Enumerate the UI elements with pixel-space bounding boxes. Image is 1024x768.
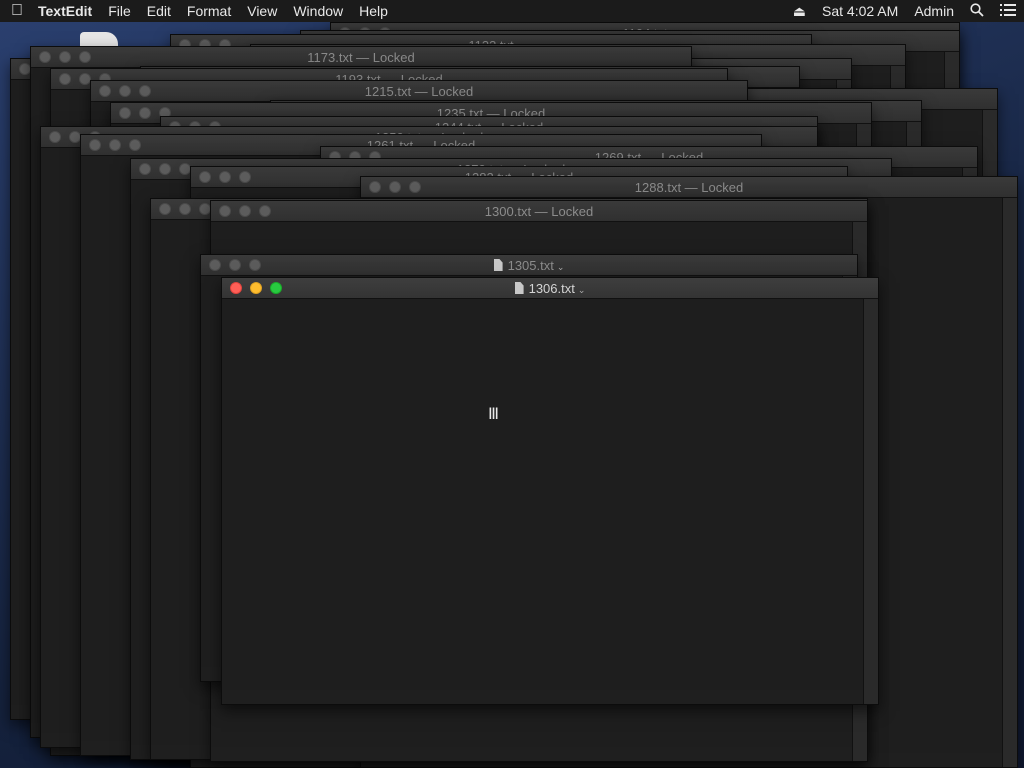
title-bar[interactable]: 1300.txt — Locked: [211, 201, 867, 222]
desktop-file-icon[interactable]: [80, 32, 118, 46]
title-bar[interactable]: 1288.txt — Locked: [361, 177, 1017, 198]
menu-help[interactable]: Help: [351, 0, 396, 22]
clock[interactable]: Sat 4:02 AM: [814, 3, 906, 19]
menu-view[interactable]: View: [239, 0, 285, 22]
chevron-down-icon: ⌄: [577, 285, 586, 295]
document-icon: [514, 282, 524, 294]
window-title[interactable]: 1306.txt ⌄: [222, 281, 878, 296]
window-title[interactable]: 1305.txt ⌄: [201, 258, 857, 273]
title-bar[interactable]: 1215.txt — Locked: [91, 81, 747, 102]
document-icon: [493, 259, 503, 271]
scrollbar[interactable]: [1002, 198, 1017, 767]
app-menu[interactable]: TextEdit: [34, 0, 100, 22]
title-bar[interactable]: 1173.txt — Locked: [31, 47, 691, 68]
menu-file[interactable]: File: [100, 0, 139, 22]
title-bar[interactable]: 1305.txt ⌄: [201, 255, 857, 276]
eject-icon[interactable]: ⏏: [785, 3, 814, 20]
chevron-down-icon: ⌄: [556, 262, 565, 272]
menu-edit[interactable]: Edit: [139, 0, 179, 22]
search-icon[interactable]: [962, 2, 992, 20]
ibeam-cursor-icon: Ⅲ: [488, 404, 500, 423]
menu-format[interactable]: Format: [179, 0, 239, 22]
window-title[interactable]: 1288.txt — Locked: [361, 180, 1017, 195]
menu-bar:  TextEdit File Edit Format View Window …: [0, 0, 1024, 22]
title-bar[interactable]: 1306.txt ⌄: [222, 278, 878, 299]
notification-center-icon[interactable]: [992, 3, 1024, 19]
user-menu[interactable]: Admin: [906, 3, 962, 19]
scrollbar[interactable]: [863, 299, 878, 704]
window-1306[interactable]: 1306.txt ⌄: [221, 277, 879, 705]
menu-window[interactable]: Window: [285, 0, 351, 22]
apple-menu-icon[interactable]: : [0, 2, 34, 20]
window-title[interactable]: 1173.txt — Locked: [31, 50, 691, 65]
window-title[interactable]: 1300.txt — Locked: [211, 204, 867, 219]
window-title[interactable]: 1215.txt — Locked: [91, 84, 747, 99]
text-area[interactable]: [222, 299, 864, 690]
